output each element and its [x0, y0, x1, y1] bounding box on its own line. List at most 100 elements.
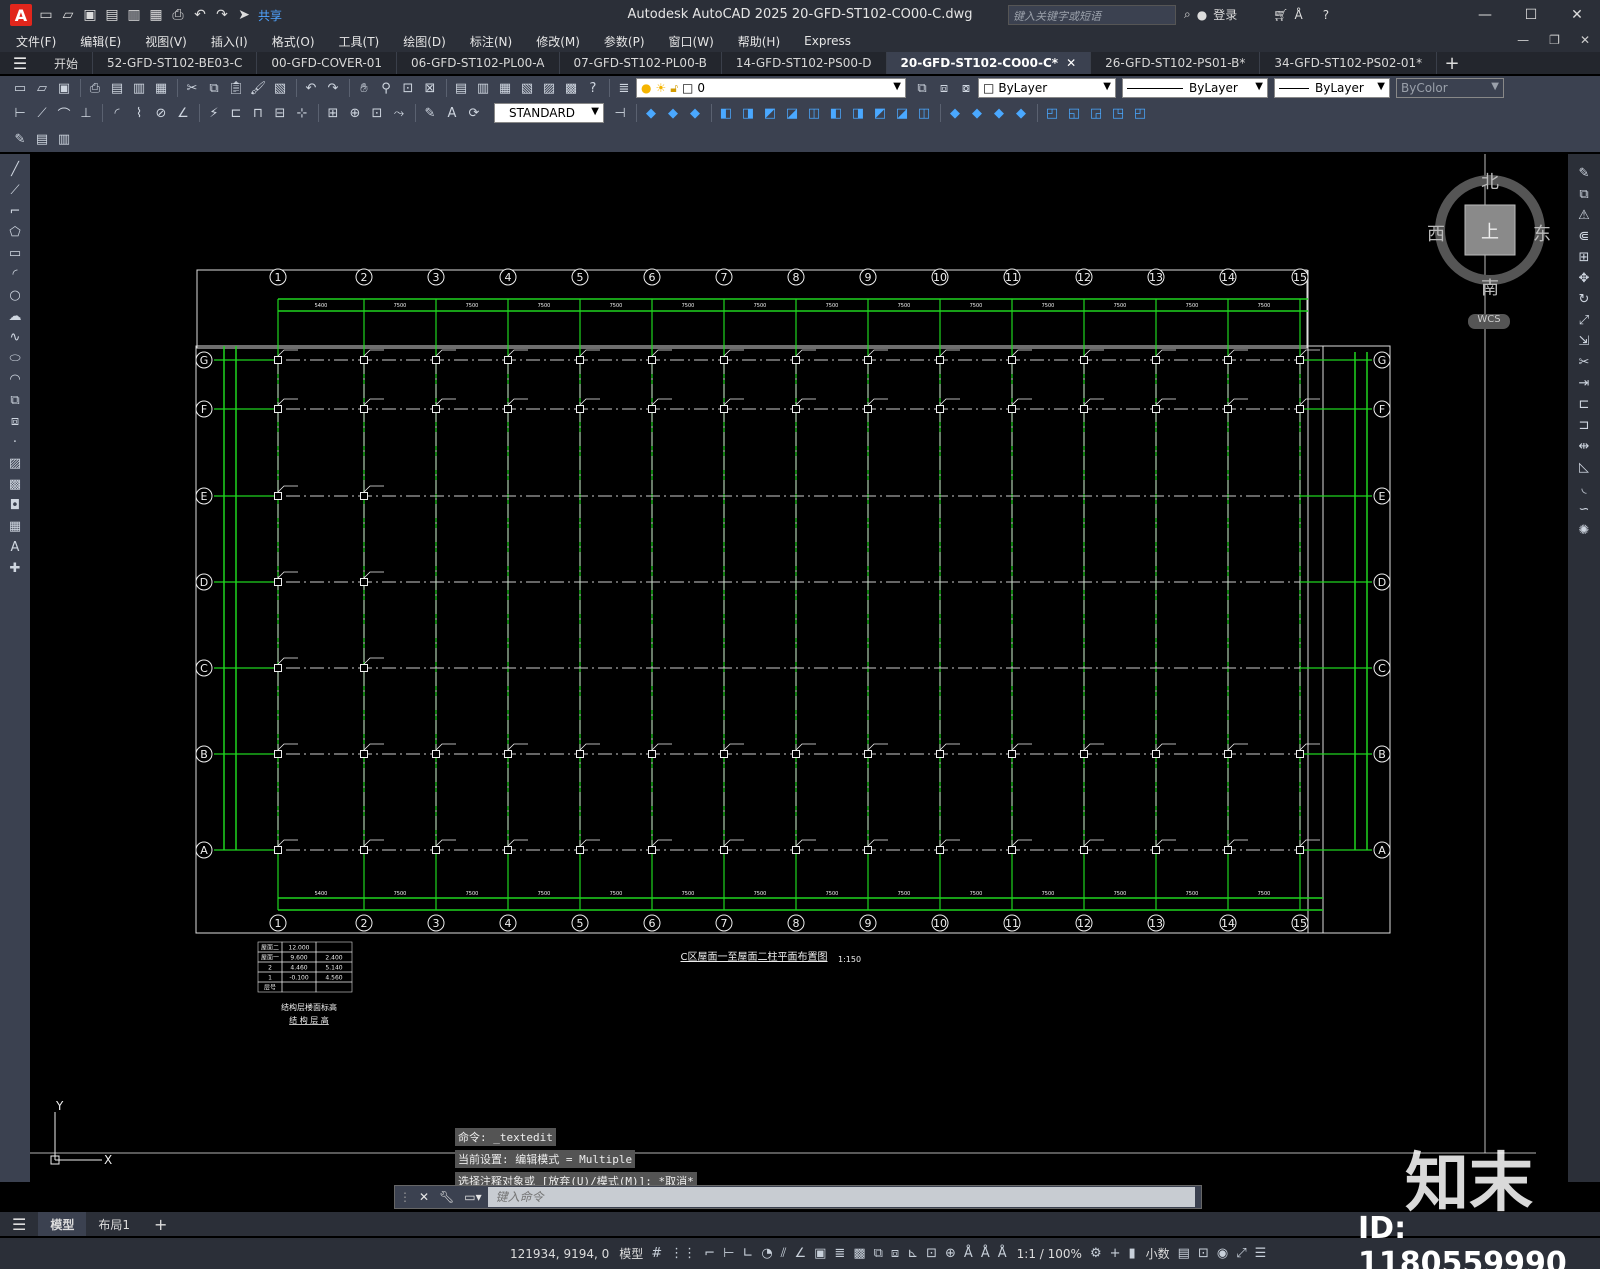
paste-icon[interactable]: 📋︎	[226, 78, 246, 98]
attribute-extract-icon[interactable]: ▤	[32, 129, 52, 149]
mirror-icon[interactable]: ⚠	[1574, 206, 1594, 226]
menu-draw[interactable]: 绘图(D)	[403, 33, 446, 50]
properties-icon[interactable]: ▤	[451, 78, 471, 98]
save-as-icon[interactable]: ▤	[104, 7, 120, 23]
viewcube-east[interactable]: 东	[1533, 220, 1551, 246]
save-icon[interactable]: ▣	[54, 78, 74, 98]
polyline-icon[interactable]: ⌐	[5, 202, 25, 222]
dimension-space-icon[interactable]: ⊟	[270, 103, 290, 123]
save-icon[interactable]: ▣	[82, 7, 98, 23]
fillet-icon[interactable]: ◟	[1574, 479, 1594, 499]
login-label[interactable]: 登录	[1213, 6, 1237, 23]
snap-icon[interactable]: ⋮⋮	[670, 1246, 696, 1261]
viewcube-north[interactable]: 北	[1481, 168, 1499, 194]
solid-box-icon[interactable]: ◆	[641, 103, 661, 123]
search-icon[interactable]: ⌕	[1184, 7, 1191, 22]
zoom-previous-icon[interactable]: ⊠	[420, 78, 440, 98]
calculator-icon[interactable]: ▩	[561, 78, 581, 98]
move-icon[interactable]: ✥	[1574, 269, 1594, 289]
array-icon[interactable]: ⊞	[1574, 248, 1594, 268]
annotation-monitor-icon[interactable]: +	[1110, 1246, 1121, 1261]
add-selected-icon[interactable]: ✚	[5, 559, 25, 579]
coordinates-readout[interactable]: 121934, 9194, 0	[510, 1247, 609, 1261]
quick-dimension-icon[interactable]: ⚡	[204, 103, 224, 123]
auto-scale-icon[interactable]: Å	[981, 1246, 990, 1261]
units-icon[interactable]: ▮	[1129, 1246, 1136, 1261]
shell-icon[interactable]: ◆	[1011, 103, 1031, 123]
3d-osnap-icon[interactable]: ⧈	[891, 1246, 899, 1261]
layer-match-icon[interactable]: ⧇	[956, 78, 976, 98]
3d-print-icon[interactable]: ▦	[151, 78, 171, 98]
publish-icon[interactable]: ▥	[129, 78, 149, 98]
jogged-icon[interactable]: ⌇	[129, 103, 149, 123]
ortho-icon[interactable]: ∟	[742, 1246, 753, 1261]
user-icon[interactable]: ●	[1197, 8, 1207, 22]
tab-34-gfd-st102-ps02-01[interactable]: 34-GFD-ST102-PS02-01*	[1260, 52, 1438, 74]
view-ne-iso-icon[interactable]: ◰	[1130, 103, 1150, 123]
dynamic-ucs-icon[interactable]: ⊾	[907, 1246, 918, 1261]
menu-view[interactable]: 视图(V)	[145, 33, 187, 50]
extend-icon[interactable]: ⇥	[1574, 374, 1594, 394]
customization-icon[interactable]: ☰	[1255, 1246, 1267, 1261]
copy-faces-icon[interactable]: ◫	[914, 103, 934, 123]
view-left-icon[interactable]: ◲	[1086, 103, 1106, 123]
radius-icon[interactable]: ◜	[107, 103, 127, 123]
baseline-icon[interactable]: ⊏	[226, 103, 246, 123]
layer-dropdown[interactable]: ● ☀ 🔓︎ □ 0 ▼	[636, 78, 906, 98]
drawing-close-button[interactable]: ✕	[1580, 33, 1590, 47]
viewcube-west[interactable]: 西	[1427, 220, 1445, 246]
selection-cycling-icon[interactable]: ⧉	[874, 1246, 883, 1261]
close-button[interactable]: ✕	[1554, 0, 1600, 30]
spline-icon[interactable]: ∿	[5, 328, 25, 348]
dimension-style-dropdown[interactable]: STANDARD ▼	[494, 103, 604, 123]
new-tab-button[interactable]: +	[1437, 53, 1467, 74]
help-icon[interactable]: ?	[1323, 8, 1329, 22]
layer-properties-icon[interactable]: ≣	[614, 78, 634, 98]
tab-start[interactable]: 开始	[40, 52, 94, 74]
aligned-dimension-icon[interactable]: ⟋	[32, 103, 52, 123]
isodraft-icon[interactable]: ⫽	[781, 1246, 787, 1261]
multiline-text-icon[interactable]: A	[5, 538, 25, 558]
command-grip-icon[interactable]: ⋮	[399, 1190, 411, 1204]
circle-icon[interactable]: ○	[5, 286, 25, 306]
tab-52-gfd-st102-be03-c[interactable]: 52-GFD-ST102-BE03-C	[93, 52, 258, 74]
copy-object-icon[interactable]: ⧉	[1574, 185, 1594, 205]
tab-00-gfd-cover-01[interactable]: 00-GFD-COVER-01	[257, 52, 398, 74]
clean-screen-icon[interactable]: ⤢	[1236, 1246, 1246, 1261]
tab-14-gfd-st102-ps00-d[interactable]: 14-GFD-ST102-PS00-D	[722, 52, 887, 74]
object-snap-tracking-icon[interactable]: ∠	[794, 1246, 806, 1261]
break-at-point-icon[interactable]: ⊏	[1574, 395, 1594, 415]
rotate-faces-icon[interactable]: ◩	[870, 103, 890, 123]
isolate-objects-icon[interactable]: ◉	[1217, 1246, 1228, 1261]
redo-icon[interactable]: ↷	[214, 7, 230, 23]
design-center-icon[interactable]: ▥	[473, 78, 493, 98]
print-icon[interactable]: ⎙	[170, 7, 186, 23]
share-icon[interactable]: ➤	[236, 7, 252, 23]
clean-icon[interactable]: ◆	[967, 103, 987, 123]
polar-tracking-icon[interactable]: ◔	[761, 1246, 772, 1261]
color-dropdown[interactable]: □ ByLayer ▼	[978, 78, 1116, 98]
tab-menu-icon[interactable]: ☰	[0, 52, 40, 74]
lock-ui-icon[interactable]: ⊡	[1198, 1246, 1209, 1261]
dimension-break-icon[interactable]: ⊹	[292, 103, 312, 123]
arc-length-icon[interactable]: ⌒	[54, 103, 74, 123]
view-front-icon[interactable]: ◱	[1064, 103, 1084, 123]
tolerance-icon[interactable]: ⊞	[323, 103, 343, 123]
solid-cone-icon[interactable]: ◆	[685, 103, 705, 123]
menu-help[interactable]: 帮助(H)	[738, 33, 780, 50]
move-faces-icon[interactable]: ◫	[804, 103, 824, 123]
open-icon[interactable]: ▱	[32, 78, 52, 98]
rectangle-icon[interactable]: ▭	[5, 244, 25, 264]
dimension-edit-icon[interactable]: ✎	[420, 103, 440, 123]
open-file-icon[interactable]: ▱	[60, 7, 76, 23]
plot-icon[interactable]: ⎙	[85, 78, 105, 98]
angular-icon[interactable]: ∠	[173, 103, 193, 123]
redo-icon[interactable]: ↷	[323, 78, 343, 98]
explode-icon[interactable]: ✺	[1574, 521, 1594, 541]
plotstyle-dropdown[interactable]: ByColor ▼	[1396, 78, 1504, 98]
command-input[interactable]	[487, 1187, 1195, 1207]
active-tab-label[interactable]: 20-GFD-ST102-CO00-C*	[901, 56, 1059, 70]
delete-faces-icon[interactable]: ◨	[848, 103, 868, 123]
dimension-text-edit-icon[interactable]: A	[442, 103, 462, 123]
offset-faces-icon[interactable]: ◧	[826, 103, 846, 123]
